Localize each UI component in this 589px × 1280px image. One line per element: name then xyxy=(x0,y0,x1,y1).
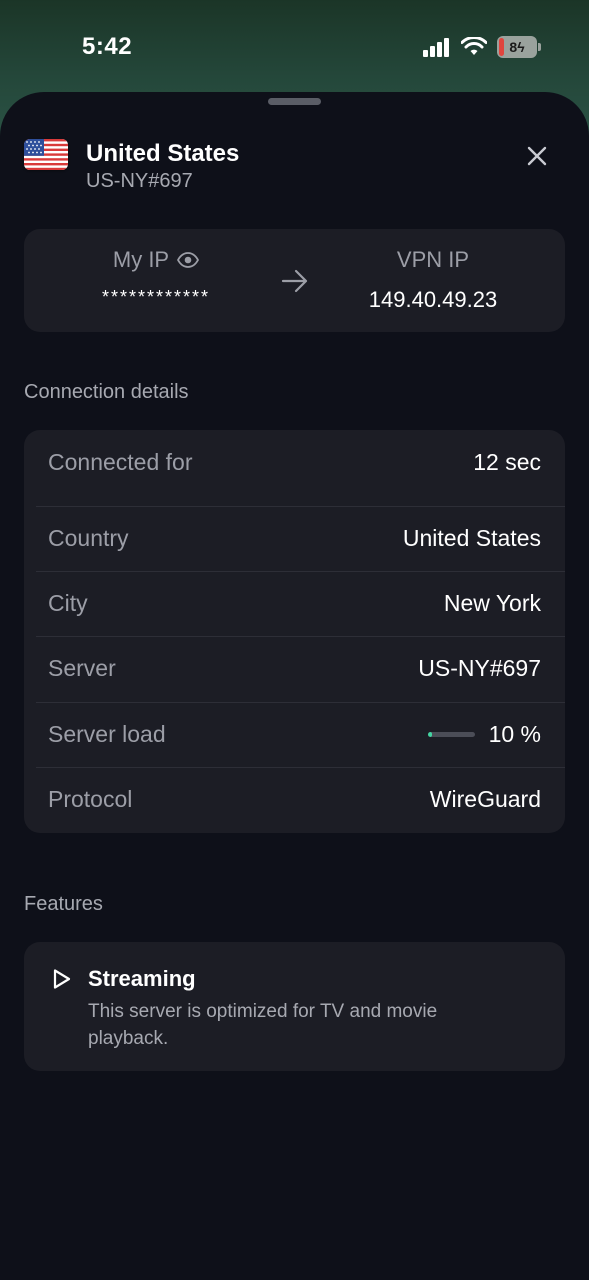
detail-label: Server xyxy=(48,655,116,681)
battery-icon: 8ϟ xyxy=(497,36,541,58)
divider xyxy=(36,636,565,637)
detail-label: Country xyxy=(48,525,129,551)
sheet-header: United States US-NY#697 xyxy=(24,136,565,196)
detail-label: Connected for xyxy=(48,449,193,475)
status-time: 5:42 xyxy=(82,33,133,60)
features-heading: Features xyxy=(24,893,103,915)
detail-value: United States xyxy=(402,525,541,551)
close-icon[interactable] xyxy=(525,144,549,168)
battery-level: 8 xyxy=(509,39,518,55)
my-ip-label: My IP xyxy=(112,247,170,272)
connection-details-heading: Connection details xyxy=(24,381,189,403)
vpn-ip-label: VPN IP xyxy=(396,247,470,272)
cellular-signal-icon xyxy=(423,38,449,57)
detail-value: US-NY#697 xyxy=(418,655,541,681)
detail-label: Protocol xyxy=(48,786,133,812)
us-flag-icon xyxy=(24,139,68,170)
play-icon xyxy=(53,969,71,989)
country-title: United States xyxy=(86,140,240,167)
detail-value: 10 % xyxy=(488,721,541,747)
divider xyxy=(36,702,565,703)
my-ip-value: ************ xyxy=(101,287,211,307)
connection-details-card: Connected for 12 sec Country United Stat… xyxy=(24,430,565,833)
divider xyxy=(36,506,565,507)
detail-row-country: Country United States xyxy=(24,506,565,571)
detail-row-server: Server US-NY#697 xyxy=(24,636,565,701)
feature-item-streaming: Streaming This server is optimized for T… xyxy=(24,942,565,1071)
feature-title: Streaming xyxy=(88,966,196,991)
detail-value: New York xyxy=(443,590,541,616)
server-load-bar xyxy=(427,732,475,737)
detail-value: WireGuard xyxy=(429,786,541,812)
server-subtitle: US-NY#697 xyxy=(86,170,193,192)
ip-card: My IP ************ VPN IP 149.40.49.23 xyxy=(24,229,565,332)
detail-row-protocol: Protocol WireGuard xyxy=(24,767,565,832)
wifi-icon xyxy=(461,37,487,55)
sheet-grabber[interactable] xyxy=(268,98,321,105)
vpn-ip-value: 149.40.49.23 xyxy=(368,287,498,312)
divider xyxy=(36,767,565,768)
detail-row-connected-for: Connected for 12 sec xyxy=(24,430,565,507)
status-bar: 5:42 8ϟ xyxy=(0,0,589,92)
detail-label: Server load xyxy=(48,721,166,747)
server-details-sheet: United States US-NY#697 My IP **********… xyxy=(0,92,589,1280)
my-ip-column: My IP ************ xyxy=(56,247,256,308)
vpn-ip-column: VPN IP 149.40.49.23 xyxy=(333,247,533,313)
detail-value: 12 sec xyxy=(473,449,541,475)
feature-description: This server is optimized for TV and movi… xyxy=(88,1001,438,1049)
eye-icon[interactable] xyxy=(177,252,200,268)
detail-row-server-load: Server load 10 % xyxy=(24,702,565,767)
detail-row-city: City New York xyxy=(24,571,565,636)
server-load-fill xyxy=(427,732,433,737)
detail-label: City xyxy=(48,590,88,616)
status-icons: 8ϟ xyxy=(423,36,541,58)
divider xyxy=(36,571,565,572)
arrow-right-icon xyxy=(281,269,308,293)
